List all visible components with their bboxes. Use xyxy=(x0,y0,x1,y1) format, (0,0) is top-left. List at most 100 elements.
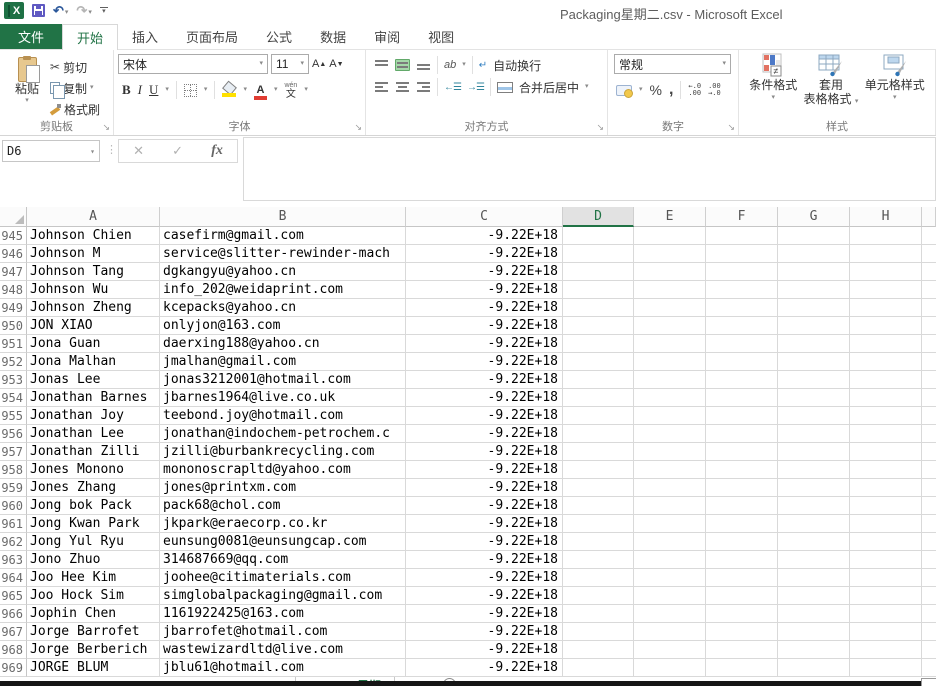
cell-empty[interactable] xyxy=(706,659,778,677)
cell-value[interactable]: -9.22E+18 xyxy=(406,605,563,623)
cell-empty[interactable] xyxy=(706,335,778,353)
cell-empty[interactable] xyxy=(778,605,850,623)
cell-empty[interactable] xyxy=(634,533,706,551)
cell-empty[interactable] xyxy=(778,515,850,533)
row-number[interactable]: 967 xyxy=(0,623,27,641)
cell-empty[interactable] xyxy=(850,299,922,317)
cell-email[interactable]: 314687669@qq.com xyxy=(160,551,406,569)
cell-value[interactable]: -9.22E+18 xyxy=(406,317,563,335)
cell-empty[interactable] xyxy=(850,443,922,461)
cell-empty[interactable] xyxy=(850,479,922,497)
column-header-d[interactable]: D xyxy=(563,207,634,227)
cell-value[interactable]: -9.22E+18 xyxy=(406,299,563,317)
cell-partial[interactable] xyxy=(922,623,936,641)
cell-empty[interactable] xyxy=(778,263,850,281)
cell-empty[interactable] xyxy=(563,353,634,371)
tab-home[interactable]: 开始 xyxy=(62,24,118,50)
cell-empty[interactable] xyxy=(634,299,706,317)
cell-empty[interactable] xyxy=(850,587,922,605)
bottom-align-button[interactable] xyxy=(416,59,431,71)
cell-empty[interactable] xyxy=(850,245,922,263)
cell-empty[interactable] xyxy=(850,425,922,443)
tab-view[interactable]: 视图 xyxy=(414,24,468,49)
cell-empty[interactable] xyxy=(634,353,706,371)
cell-empty[interactable] xyxy=(778,245,850,263)
grow-font-button[interactable]: A▲ xyxy=(312,59,326,70)
cell-empty[interactable] xyxy=(778,425,850,443)
cell-partial[interactable] xyxy=(922,407,936,425)
cell-email[interactable]: jonas3212001@hotmail.com xyxy=(160,371,406,389)
cell-name[interactable]: JON XIAO xyxy=(27,317,160,335)
cell-value[interactable]: -9.22E+18 xyxy=(406,515,563,533)
cell-name[interactable]: Jona Guan xyxy=(27,335,160,353)
cell-empty[interactable] xyxy=(563,551,634,569)
cell-empty[interactable] xyxy=(778,479,850,497)
cell-name[interactable]: Jones Monono xyxy=(27,461,160,479)
cell-name[interactable]: Jong Yul Ryu xyxy=(27,533,160,551)
row-number[interactable]: 968 xyxy=(0,641,27,659)
cell-empty[interactable] xyxy=(634,479,706,497)
cell-empty[interactable] xyxy=(634,641,706,659)
enter-button[interactable]: ✓ xyxy=(172,143,183,159)
cell-value[interactable]: -9.22E+18 xyxy=(406,335,563,353)
cell-partial[interactable] xyxy=(922,227,936,245)
align-left-button[interactable] xyxy=(374,81,389,93)
cell-empty[interactable] xyxy=(563,443,634,461)
column-header-h[interactable]: H xyxy=(850,207,922,227)
cell-empty[interactable] xyxy=(706,317,778,335)
cell-empty[interactable] xyxy=(563,641,634,659)
cell-name[interactable]: Jonathan Barnes xyxy=(27,389,160,407)
cell-empty[interactable] xyxy=(850,353,922,371)
row-number[interactable]: 948 xyxy=(0,281,27,299)
paste-dropdown-icon[interactable]: ▾ xyxy=(25,96,29,106)
row-number[interactable]: 949 xyxy=(0,299,27,317)
cell-partial[interactable] xyxy=(922,551,936,569)
cell-empty[interactable] xyxy=(778,587,850,605)
tab-insert[interactable]: 插入 xyxy=(118,24,172,49)
decrease-indent-button[interactable]: ←☰ xyxy=(444,82,461,93)
comma-style-button[interactable]: , xyxy=(669,85,673,95)
column-header-f[interactable]: F xyxy=(706,207,778,227)
middle-align-button[interactable] xyxy=(395,59,410,71)
cell-empty[interactable] xyxy=(850,569,922,587)
cell-empty[interactable] xyxy=(850,551,922,569)
cell-value[interactable]: -9.22E+18 xyxy=(406,551,563,569)
cell-empty[interactable] xyxy=(778,569,850,587)
name-box-resizer[interactable]: ⋮ xyxy=(106,143,117,156)
cell-email[interactable]: jmalhan@gmail.com xyxy=(160,353,406,371)
column-header-c[interactable]: C xyxy=(406,207,563,227)
cell-email[interactable]: mononoscrapltd@yahoo.com xyxy=(160,461,406,479)
cell-value[interactable]: -9.22E+18 xyxy=(406,425,563,443)
cell-empty[interactable] xyxy=(778,227,850,245)
undo-button[interactable]: ↶ ▾ xyxy=(53,4,68,18)
name-box-dropdown-icon[interactable]: ▾ xyxy=(90,147,95,156)
cell-empty[interactable] xyxy=(563,497,634,515)
redo-button[interactable]: ↷ ▾ xyxy=(76,4,91,18)
cell-value[interactable]: -9.22E+18 xyxy=(406,587,563,605)
cell-empty[interactable] xyxy=(706,227,778,245)
cell-empty[interactable] xyxy=(634,461,706,479)
font-size-combo[interactable]: 11 ▾ xyxy=(271,54,309,74)
cell-empty[interactable] xyxy=(563,227,634,245)
tab-page-layout[interactable]: 页面布局 xyxy=(172,24,252,49)
tab-formulas[interactable]: 公式 xyxy=(252,24,306,49)
row-number[interactable]: 966 xyxy=(0,605,27,623)
cell-email[interactable]: jzilli@burbankrecycling.com xyxy=(160,443,406,461)
cell-name[interactable]: Jorge Berberich xyxy=(27,641,160,659)
accounting-dropdown-icon[interactable]: ▾ xyxy=(639,85,643,95)
cell-empty[interactable] xyxy=(563,659,634,677)
cell-name[interactable]: Joo Hock Sim xyxy=(27,587,160,605)
conditional-dropdown-icon[interactable]: ▾ xyxy=(772,93,776,103)
cell-empty[interactable] xyxy=(850,605,922,623)
cell-value[interactable]: -9.22E+18 xyxy=(406,407,563,425)
cell-empty[interactable] xyxy=(778,353,850,371)
merge-center-button[interactable]: 合并后居中 xyxy=(519,79,579,96)
cell-email[interactable]: jblu61@hotmail.com xyxy=(160,659,406,677)
italic-button[interactable]: I xyxy=(138,82,142,98)
cell-empty[interactable] xyxy=(778,335,850,353)
cell-partial[interactable] xyxy=(922,569,936,587)
cell-empty[interactable] xyxy=(850,497,922,515)
cut-button[interactable]: ✂ 剪切 xyxy=(50,58,100,76)
cell-email[interactable]: dgkangyu@yahoo.cn xyxy=(160,263,406,281)
cell-email[interactable]: joohee@citimaterials.com xyxy=(160,569,406,587)
